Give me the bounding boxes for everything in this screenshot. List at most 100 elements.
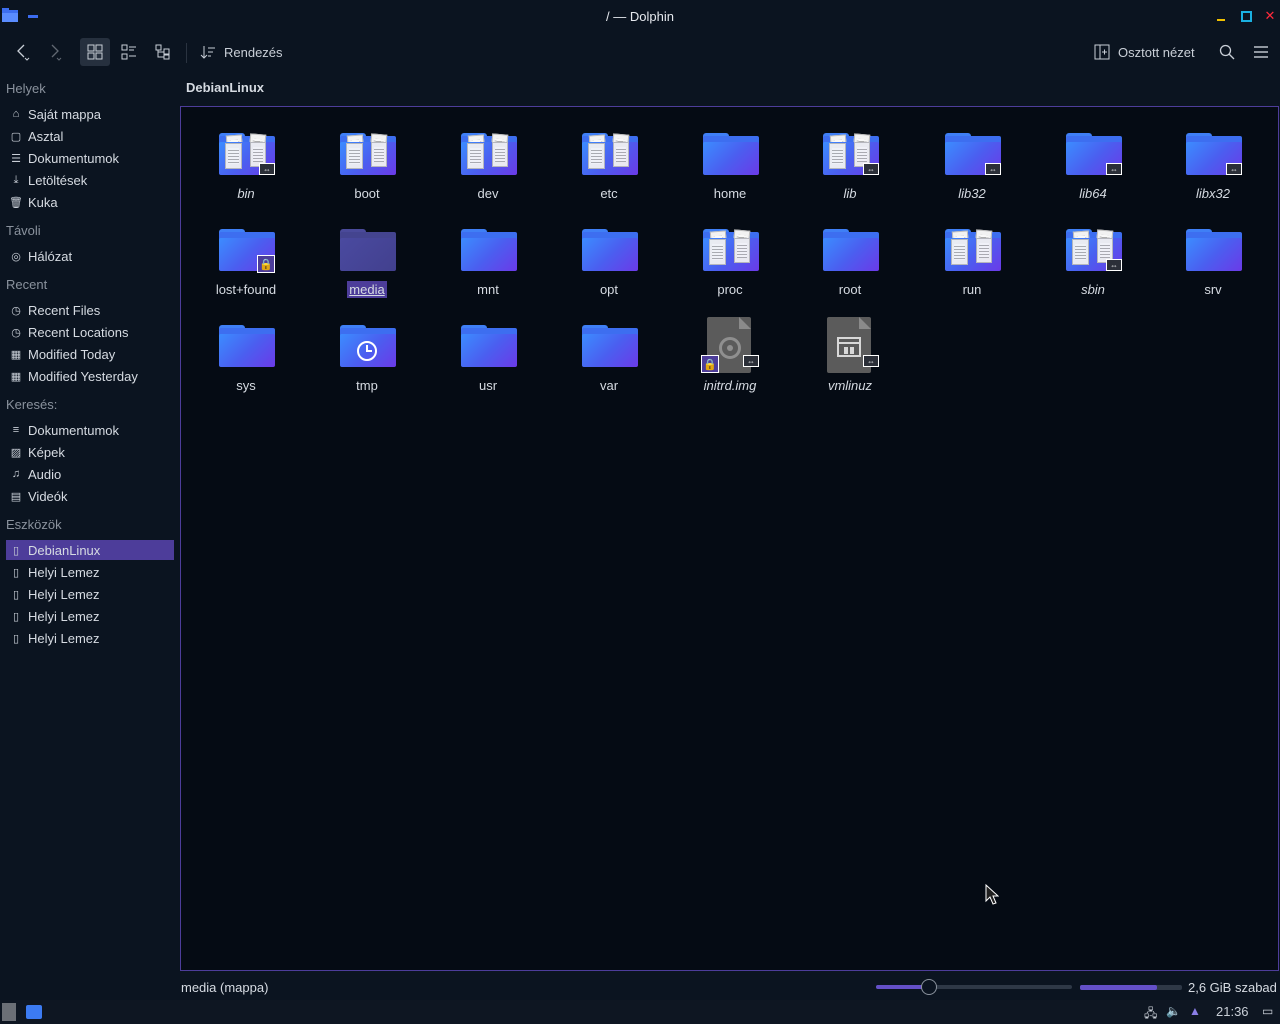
folder-item[interactable]: ⇔ libx32 bbox=[1158, 117, 1268, 207]
folder-item[interactable]: proc bbox=[675, 213, 785, 303]
file-name-label: sbin bbox=[1038, 282, 1148, 297]
folder-item[interactable]: dev bbox=[433, 117, 543, 207]
split-view-button[interactable]: Osztott nézet bbox=[1090, 38, 1206, 66]
dolphin-app-icon[interactable] bbox=[2, 8, 18, 22]
home-icon: ⌂ bbox=[12, 108, 20, 120]
file-name-label: root bbox=[795, 282, 905, 297]
folder-item[interactable]: run bbox=[917, 213, 1027, 303]
file-name-label: mnt bbox=[433, 282, 543, 297]
hamburger-menu-button[interactable] bbox=[1247, 38, 1275, 66]
folder-item[interactable]: 🔒 lost+found bbox=[191, 213, 301, 303]
file-name-label: usr bbox=[433, 378, 543, 393]
folder-item[interactable]: sys bbox=[191, 309, 301, 399]
arrow-right-icon bbox=[51, 44, 62, 61]
tray-expand-icon[interactable]: ▲ bbox=[1189, 1004, 1201, 1018]
file-item[interactable]: ⇔ 🔒 initrd.img bbox=[675, 309, 785, 399]
icons-view-button[interactable] bbox=[80, 38, 110, 66]
sidebar-item[interactable]: ☰ Dokumentumok bbox=[6, 148, 174, 168]
grid-view-icon bbox=[87, 44, 103, 60]
show-desktop-icon[interactable]: ▭ bbox=[1262, 1004, 1273, 1018]
sidebar-item-label: Videók bbox=[28, 488, 68, 504]
sidebar-item[interactable]: ⌂ Saját mappa bbox=[6, 104, 174, 124]
folder-icon: ⇔ bbox=[1064, 125, 1124, 181]
folder-icon bbox=[943, 221, 1003, 277]
sidebar-item[interactable]: ▦ Modified Today bbox=[6, 344, 174, 364]
file-name: sys bbox=[236, 378, 256, 393]
details-view-button[interactable] bbox=[148, 38, 178, 66]
file-name-label: media bbox=[312, 281, 422, 298]
sidebar-item[interactable]: ▯ Helyi Lemez bbox=[6, 628, 174, 648]
sidebar-item[interactable]: ▯ DebianLinux bbox=[6, 540, 174, 560]
zoom-slider-handle[interactable] bbox=[920, 979, 937, 995]
folder-item[interactable]: home bbox=[675, 117, 785, 207]
sidebar-item-label: Asztal bbox=[28, 128, 64, 144]
folder-item[interactable]: opt bbox=[554, 213, 664, 303]
sidebar-item-label: Hálózat bbox=[28, 248, 73, 264]
volume-tray-icon[interactable]: 🔈 bbox=[1166, 1004, 1181, 1018]
file-name-label: bin bbox=[191, 186, 301, 201]
sidebar-item[interactable]: ▯ Helyi Lemez bbox=[6, 606, 174, 626]
folder-item[interactable]: tmp bbox=[312, 309, 422, 399]
sidebar-item[interactable]: ◎ Hálózat bbox=[6, 246, 174, 266]
folder-icon bbox=[338, 221, 398, 277]
network-tray-icon[interactable]: 🖧 bbox=[1144, 1004, 1157, 1024]
location-label[interactable]: DebianLinux bbox=[186, 80, 264, 95]
folder-icon bbox=[338, 317, 398, 373]
folder-item[interactable]: ⇔ sbin bbox=[1038, 213, 1148, 303]
sidebar-item[interactable]: ≡ Dokumentumok bbox=[6, 420, 174, 440]
file-name: root bbox=[838, 282, 862, 297]
file-name: sbin bbox=[1081, 282, 1105, 297]
folder-item[interactable]: mnt bbox=[433, 213, 543, 303]
sidebar-item[interactable]: ◷ Recent Files bbox=[6, 300, 174, 320]
folder-item[interactable]: root bbox=[795, 213, 905, 303]
folder-item[interactable]: var bbox=[554, 309, 664, 399]
clock-emblem-icon bbox=[357, 341, 377, 361]
sidebar-item[interactable]: ▢ Asztal bbox=[6, 126, 174, 146]
folder-item[interactable]: media bbox=[312, 213, 422, 303]
sidebar-item[interactable]: ▯ Helyi Lemez bbox=[6, 562, 174, 582]
folder-item[interactable]: ⇔ lib bbox=[795, 117, 905, 207]
file-name-label: initrd.img bbox=[675, 378, 785, 393]
close-button[interactable]: ✕ bbox=[1264, 9, 1276, 22]
file-name: lost+found bbox=[215, 282, 277, 297]
folder-item[interactable]: ⇔ lib32 bbox=[917, 117, 1027, 207]
sidebar-item[interactable]: ▦ Modified Yesterday bbox=[6, 366, 174, 386]
sidebar-item[interactable]: ▯ Helyi Lemez bbox=[6, 584, 174, 604]
sidebar-item[interactable]: ▤ Videók bbox=[6, 486, 174, 506]
split-view-label: Osztott nézet bbox=[1118, 44, 1195, 60]
file-name-label: etc bbox=[554, 186, 664, 201]
executable-icon: ⇔ bbox=[821, 317, 881, 373]
folder-item[interactable]: ⇔ lib64 bbox=[1038, 117, 1148, 207]
folder-item[interactable]: srv bbox=[1158, 213, 1268, 303]
back-button[interactable] bbox=[8, 38, 36, 66]
folder-item[interactable]: boot bbox=[312, 117, 422, 207]
dolphin-task-icon[interactable] bbox=[26, 1005, 42, 1019]
folder-item[interactable]: etc bbox=[554, 117, 664, 207]
application-launcher-icon[interactable] bbox=[2, 1003, 16, 1021]
trash-icon: 🗑 bbox=[9, 196, 23, 209]
sidebar-item[interactable]: ▨ Képek bbox=[6, 442, 174, 462]
maximize-button[interactable] bbox=[1240, 10, 1252, 22]
compact-view-button[interactable] bbox=[114, 38, 144, 66]
window-menu-icon[interactable] bbox=[28, 15, 38, 18]
music-icon: ♫ bbox=[11, 468, 21, 480]
sort-button[interactable]: Rendezés bbox=[196, 38, 292, 66]
clock[interactable]: 21:36 bbox=[1216, 1004, 1249, 1019]
sidebar-item[interactable]: 🗑 Kuka bbox=[6, 192, 174, 212]
file-view[interactable]: ⇔ bin boot dev etc home ⇔ lib ⇔ lib32 ⇔ lib64 ⇔ libx3… bbox=[180, 106, 1279, 971]
file-name: bin bbox=[237, 186, 255, 201]
symlink-emblem-icon: ⇔ bbox=[863, 355, 879, 367]
sidebar-item[interactable]: ♫ Audio bbox=[6, 464, 174, 484]
forward-button[interactable] bbox=[40, 38, 68, 66]
zoom-slider[interactable] bbox=[876, 979, 1072, 995]
disc-image-icon: ⇔ 🔒 bbox=[701, 317, 761, 373]
search-button[interactable] bbox=[1213, 38, 1241, 66]
file-item[interactable]: ⇔ vmlinuz bbox=[795, 309, 905, 399]
folder-item[interactable]: ⇔ bin bbox=[191, 117, 301, 207]
sidebar-item[interactable]: ◷ Recent Locations bbox=[6, 322, 174, 342]
folder-item[interactable]: usr bbox=[433, 309, 543, 399]
video-icon: ▤ bbox=[10, 490, 22, 503]
file-name: boot bbox=[354, 186, 380, 201]
minimize-button[interactable] bbox=[1215, 10, 1227, 22]
sidebar-item[interactable]: ⤓ Letöltések bbox=[6, 170, 174, 190]
